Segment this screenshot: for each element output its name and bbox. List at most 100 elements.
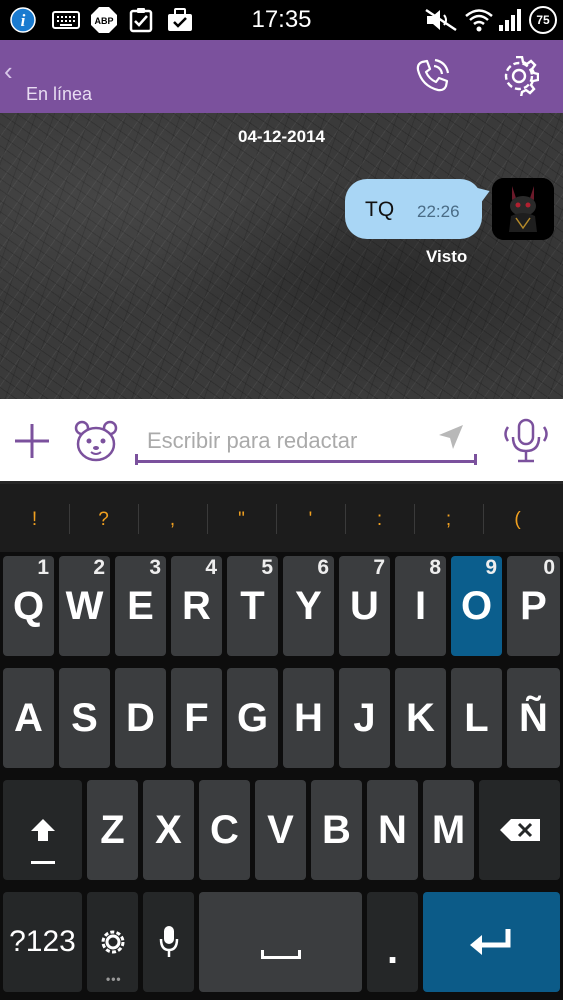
key-k[interactable]: K <box>395 668 446 768</box>
key-j[interactable]: J <box>339 668 390 768</box>
key-p[interactable]: 0P <box>507 556 560 656</box>
key-number: 5 <box>261 556 273 579</box>
key-x[interactable]: X <box>143 780 194 880</box>
suggestion-key[interactable]: " <box>207 484 276 555</box>
settings-key[interactable]: ••• <box>87 892 138 992</box>
key-u[interactable]: 7U <box>339 556 390 656</box>
key-o[interactable]: 9O <box>451 556 502 656</box>
input-underline-right <box>474 454 477 465</box>
key-t[interactable]: 5T <box>227 556 278 656</box>
key-s[interactable]: S <box>59 668 110 768</box>
key-number: 3 <box>149 556 161 579</box>
key-i[interactable]: 8I <box>395 556 446 656</box>
key-h[interactable]: H <box>283 668 334 768</box>
key-v[interactable]: V <box>255 780 306 880</box>
key-l[interactable]: L <box>451 668 502 768</box>
screen: i ABP 17:35 75 ‹ En línea 04-12-2014 TQ … <box>0 0 563 1000</box>
space-bar-icon <box>261 956 301 959</box>
date-separator: 04-12-2014 <box>238 127 325 146</box>
avatar[interactable] <box>492 178 554 240</box>
message-time: 22:26 <box>417 202 460 221</box>
input-underline-left <box>135 454 138 465</box>
suggestion-key[interactable]: ! <box>0 484 69 555</box>
backspace-key[interactable] <box>479 780 560 880</box>
bear-face-icon[interactable] <box>72 417 120 465</box>
key-label: O <box>460 583 493 628</box>
key-number: 6 <box>317 556 329 579</box>
key-d[interactable]: D <box>115 668 166 768</box>
key-label: R <box>182 583 211 628</box>
mute-icon <box>424 7 458 33</box>
key-n-tilde[interactable]: Ñ <box>507 668 560 768</box>
key-c[interactable]: C <box>199 780 250 880</box>
key-label: Y <box>295 583 322 628</box>
key-y[interactable]: 6Y <box>283 556 334 656</box>
back-arrow-icon[interactable]: ‹ <box>4 56 13 87</box>
suggestion-key[interactable]: ? <box>69 484 138 555</box>
shift-key[interactable] <box>3 780 82 880</box>
microphone-icon[interactable] <box>500 417 552 465</box>
key-label: T <box>240 583 265 628</box>
space-bar-icon <box>261 950 264 958</box>
key-z[interactable]: Z <box>87 780 138 880</box>
key-label: U <box>350 583 379 628</box>
keyboard: ! ? , " ' : ; ( 1Q 2W 3E 4R 5T 6Y 7U 8I … <box>0 481 563 1000</box>
suggestion-key[interactable]: , <box>138 484 207 555</box>
contact-status: En línea <box>26 84 93 104</box>
seen-status: Visto <box>426 247 468 266</box>
key-number: 8 <box>429 556 441 579</box>
key-number: 0 <box>543 556 555 579</box>
status-bar: i ABP 17:35 75 <box>0 0 563 40</box>
message-input[interactable] <box>135 421 477 463</box>
suggestion-key[interactable]: ' <box>276 484 345 555</box>
key-label: W <box>65 583 104 628</box>
key-number: 7 <box>373 556 385 579</box>
backspace-icon <box>499 819 540 841</box>
key-a[interactable]: A <box>3 668 54 768</box>
send-arrow-icon[interactable] <box>437 423 465 456</box>
plus-icon[interactable] <box>8 417 56 465</box>
suggestion-key[interactable]: : <box>345 484 414 555</box>
symbols-key[interactable]: ?123 <box>3 892 82 992</box>
microphone-icon <box>159 926 178 957</box>
suggestion-key[interactable]: ; <box>414 484 483 555</box>
shift-arrow-icon <box>30 819 55 841</box>
key-q[interactable]: 1Q <box>3 556 54 656</box>
enter-key[interactable] <box>423 892 560 992</box>
space-key[interactable] <box>199 892 362 992</box>
key-f[interactable]: F <box>171 668 222 768</box>
key-number: 4 <box>205 556 217 579</box>
wifi-icon <box>464 7 494 33</box>
signal-icon <box>498 7 524 33</box>
message-text: TQ <box>365 198 395 221</box>
key-g[interactable]: G <box>227 668 278 768</box>
suggestion-strip: ! ? , " ' : ; ( <box>0 481 563 552</box>
key-label: . <box>386 927 399 972</box>
key-label: P <box>520 583 547 628</box>
key-label: I <box>414 583 427 628</box>
key-number: 2 <box>93 556 105 579</box>
key-number: 1 <box>37 556 49 579</box>
message-bubble[interactable]: TQ 22:26 <box>345 179 482 239</box>
key-n[interactable]: N <box>367 780 418 880</box>
key-label: Q <box>12 583 45 628</box>
key-w[interactable]: 2W <box>59 556 110 656</box>
key-number: 9 <box>485 556 497 579</box>
more-dots-icon: ••• <box>106 972 122 986</box>
space-bar-icon <box>298 950 301 958</box>
key-label: E <box>127 583 154 628</box>
phone-call-icon[interactable] <box>410 54 454 98</box>
period-key[interactable]: . <box>367 892 418 992</box>
gear-icon[interactable] <box>497 54 541 98</box>
enter-arrow-icon <box>469 929 510 955</box>
battery-icon: 75 <box>529 6 557 34</box>
key-b[interactable]: B <box>311 780 362 880</box>
suggestion-key[interactable]: ( <box>483 484 552 555</box>
chat-area[interactable]: 04-12-2014 TQ 22:26 Visto <box>0 113 563 399</box>
chat-header: ‹ En línea <box>0 40 563 113</box>
voice-input-key[interactable] <box>143 892 194 992</box>
settings-gear-icon <box>101 930 124 954</box>
key-m[interactable]: M <box>423 780 474 880</box>
key-r[interactable]: 4R <box>171 556 222 656</box>
key-e[interactable]: 3E <box>115 556 166 656</box>
